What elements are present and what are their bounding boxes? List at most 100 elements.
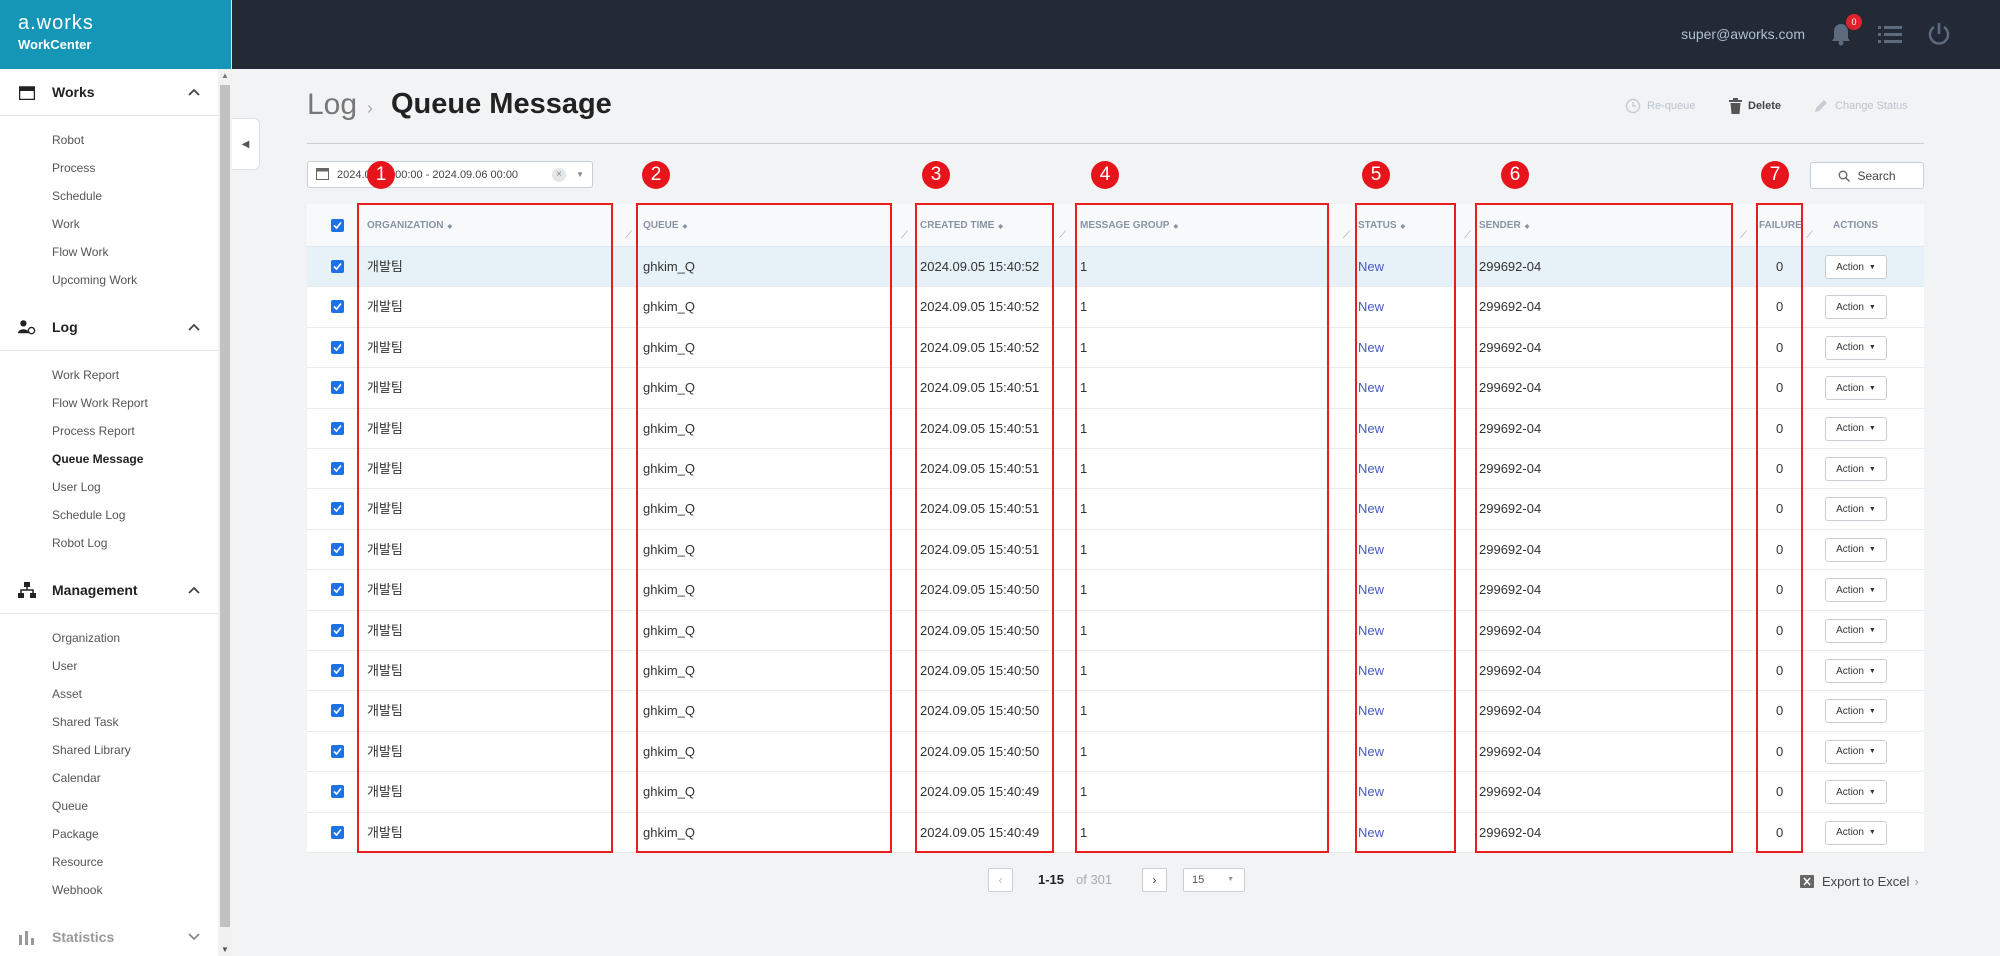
sort-icon[interactable]: ◆ xyxy=(1173,224,1178,230)
sidebar-item-work-report[interactable]: Work Report xyxy=(0,361,218,389)
sidebar-item-queue-message[interactable]: Queue Message xyxy=(0,445,218,473)
sidebar-item-package[interactable]: Package xyxy=(0,820,218,848)
column-header-status[interactable]: STATUS ◆ xyxy=(1358,204,1405,247)
sidebar-scrollbar[interactable]: ▲ ▼ xyxy=(218,69,232,956)
table-row[interactable]: 개발팀 ghkim_Q 2024.09.05 15:40:49 1 New 299692-… xyxy=(307,772,1924,813)
sidebar-item-shared-task[interactable]: Shared Task xyxy=(0,708,218,736)
sidebar-item-schedule[interactable]: Schedule xyxy=(0,182,218,210)
row-action-button[interactable]: Action ▼ xyxy=(1825,255,1887,279)
column-header-message-group[interactable]: MESSAGE GROUP ◆ xyxy=(1080,204,1178,247)
row-checkbox[interactable] xyxy=(331,381,344,395)
sort-icon[interactable]: ◆ xyxy=(447,224,452,230)
select-all-checkbox[interactable] xyxy=(331,219,344,232)
column-header-actions[interactable]: ACTIONS xyxy=(1833,204,1878,247)
column-header-queue[interactable]: QUEUE ◆ xyxy=(643,204,687,247)
sidebar-section-statistics[interactable]: Statistics xyxy=(0,914,218,956)
table-row[interactable]: 개발팀 ghkim_Q 2024.09.05 15:40:52 1 New 299692-… xyxy=(307,328,1924,369)
breadcrumb-parent[interactable]: Log xyxy=(307,88,357,122)
sidebar-item-queue[interactable]: Queue xyxy=(0,792,218,820)
scrollbar-thumb[interactable] xyxy=(220,85,230,927)
sidebar-item-organization[interactable]: Organization xyxy=(0,624,218,652)
user-email[interactable]: super@aworks.com xyxy=(1681,26,1805,42)
row-action-button[interactable]: Action ▼ xyxy=(1825,295,1887,320)
brand[interactable]: a.works WorkCenter xyxy=(0,0,231,69)
row-checkbox[interactable] xyxy=(331,583,344,597)
sidebar-item-resource[interactable]: Resource xyxy=(0,848,218,876)
table-row[interactable]: 개발팀 ghkim_Q 2024.09.05 15:40:52 1 New 299692-… xyxy=(307,247,1924,288)
row-checkbox[interactable] xyxy=(331,462,344,475)
sidebar-item-calendar[interactable]: Calendar xyxy=(0,764,218,792)
row-action-button[interactable]: Action ▼ xyxy=(1825,739,1887,764)
sidebar-item-asset[interactable]: Asset xyxy=(0,680,218,708)
caret-down-icon[interactable]: ▼ xyxy=(576,170,584,179)
row-action-button[interactable]: Action ▼ xyxy=(1825,820,1887,845)
table-row[interactable]: 개발팀 ghkim_Q 2024.09.05 15:40:50 1 New 299692-… xyxy=(307,611,1924,651)
sort-icon[interactable]: ◆ xyxy=(1401,224,1406,230)
row-checkbox[interactable] xyxy=(331,340,344,354)
row-action-button[interactable]: Action ▼ xyxy=(1825,618,1887,643)
row-action-button[interactable]: Action ▼ xyxy=(1825,578,1887,603)
table-row[interactable]: 개발팀 ghkim_Q 2024.09.05 15:40:51 1 New 299692-… xyxy=(307,489,1924,530)
table-row[interactable]: 개발팀 ghkim_Q 2024.09.05 15:40:52 1 New 299692-… xyxy=(307,287,1924,328)
table-row[interactable]: 개발팀 ghkim_Q 2024.09.05 15:40:50 1 New 299692-… xyxy=(307,691,1924,732)
column-resize-handle-icon[interactable]: ⟋ xyxy=(1806,230,1813,241)
export-to-excel-button[interactable]: Export to Excel › xyxy=(1800,874,1919,889)
row-checkbox[interactable] xyxy=(331,260,344,273)
row-action-button[interactable]: Action ▼ xyxy=(1825,497,1887,522)
sidebar-section-log[interactable]: Log xyxy=(0,304,218,351)
list-icon[interactable] xyxy=(1878,24,1902,47)
sidebar-collapse-button[interactable]: ◀ xyxy=(232,118,260,170)
column-resize-handle-icon[interactable]: ⟋ xyxy=(1059,230,1066,241)
sort-icon[interactable]: ◆ xyxy=(683,224,688,230)
row-action-button[interactable]: Action ▼ xyxy=(1825,699,1887,724)
row-action-button[interactable]: Action ▼ xyxy=(1825,416,1887,441)
power-icon[interactable] xyxy=(1926,21,1952,50)
row-checkbox[interactable] xyxy=(331,623,344,637)
sidebar-section-management[interactable]: Management xyxy=(0,567,218,614)
column-header-created-time[interactable]: CREATED TIME ◆ xyxy=(920,204,1003,247)
column-header-failure[interactable]: FAILURE xyxy=(1759,204,1802,247)
row-action-button[interactable]: Action ▼ xyxy=(1825,376,1887,401)
column-resize-handle-icon[interactable]: ⟋ xyxy=(1464,230,1471,241)
search-button[interactable]: Search xyxy=(1810,162,1924,189)
sidebar-section-works[interactable]: Works xyxy=(0,69,218,116)
row-checkbox[interactable] xyxy=(331,421,344,435)
row-checkbox[interactable] xyxy=(331,664,344,677)
row-checkbox[interactable] xyxy=(331,744,344,758)
scroll-up-arrow-icon[interactable]: ▲ xyxy=(221,71,229,80)
next-page-button[interactable]: › xyxy=(1142,868,1167,892)
column-resize-handle-icon[interactable]: ⟋ xyxy=(1343,230,1350,241)
sidebar-item-flow-work-report[interactable]: Flow Work Report xyxy=(0,389,218,417)
change-status-button[interactable]: Change Status xyxy=(1813,98,1908,114)
clear-icon[interactable]: × xyxy=(552,167,567,182)
sidebar-item-user[interactable]: User xyxy=(0,652,218,680)
page-size-select[interactable]: 15 ▼ xyxy=(1183,868,1245,892)
sidebar-item-process-report[interactable]: Process Report xyxy=(0,417,218,445)
row-checkbox[interactable] xyxy=(331,785,344,799)
requeue-button[interactable]: Re-queue xyxy=(1625,98,1695,114)
sort-icon[interactable]: ◆ xyxy=(998,224,1003,230)
sidebar-item-user-log[interactable]: User Log xyxy=(0,473,218,501)
column-header-sender[interactable]: SENDER ◆ xyxy=(1479,204,1529,247)
sidebar-item-shared-library[interactable]: Shared Library xyxy=(0,736,218,764)
delete-button[interactable]: Delete xyxy=(1729,98,1781,114)
table-row[interactable]: 개발팀 ghkim_Q 2024.09.05 15:40:51 1 New 299692-… xyxy=(307,368,1924,409)
row-action-button[interactable]: Action ▼ xyxy=(1825,780,1887,805)
row-checkbox[interactable] xyxy=(331,542,344,556)
row-action-button[interactable]: Action ▼ xyxy=(1825,537,1887,562)
date-range-picker[interactable]: 2024.09.05 00:00 - 2024.09.06 00:00 × ▼ xyxy=(307,161,593,188)
row-action-button[interactable]: Action ▼ xyxy=(1825,335,1887,360)
row-checkbox[interactable] xyxy=(331,300,344,314)
sidebar-item-flow-work[interactable]: Flow Work xyxy=(0,238,218,266)
row-action-button[interactable]: Action ▼ xyxy=(1825,457,1887,481)
sidebar-item-robot[interactable]: Robot xyxy=(0,126,218,154)
row-checkbox[interactable] xyxy=(331,825,344,839)
table-row[interactable]: 개발팀 ghkim_Q 2024.09.05 15:40:50 1 New 299692-… xyxy=(307,651,1924,692)
table-row[interactable]: 개발팀 ghkim_Q 2024.09.05 15:40:50 1 New 299692-… xyxy=(307,570,1924,611)
table-row[interactable]: 개발팀 ghkim_Q 2024.09.05 15:40:51 1 New 299692-… xyxy=(307,449,1924,490)
sidebar-item-robot-log[interactable]: Robot Log xyxy=(0,529,218,557)
sidebar-item-schedule-log[interactable]: Schedule Log xyxy=(0,501,218,529)
table-row[interactable]: 개발팀 ghkim_Q 2024.09.05 15:40:51 1 New 299692-… xyxy=(307,409,1924,449)
row-action-button[interactable]: Action ▼ xyxy=(1825,659,1887,683)
sidebar-item-work[interactable]: Work xyxy=(0,210,218,238)
